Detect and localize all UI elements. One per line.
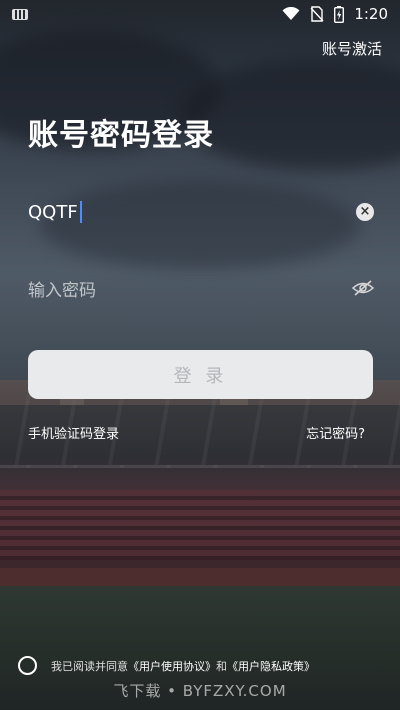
account-activation-link[interactable]: 账号激活	[322, 38, 382, 59]
agreement-text: 我已阅读并同意《用户使用协议》和《用户隐私政策》	[51, 658, 315, 674]
account-input-value: QQTF	[28, 201, 78, 223]
sms-login-link[interactable]: 手机验证码登录	[28, 423, 119, 442]
battery-charging-icon	[334, 5, 345, 23]
status-icons: 1:20	[282, 5, 388, 23]
status-time: 1:20	[354, 5, 388, 23]
privacy-policy-link[interactable]: 《用户隐私政策》	[227, 660, 315, 673]
password-input-placeholder[interactable]: 输入密码	[28, 276, 96, 301]
page-title: 账号密码登录	[28, 118, 214, 153]
agreement-prefix: 我已阅读并同意	[51, 659, 128, 673]
password-field[interactable]: 输入密码	[28, 271, 374, 305]
watermark: 飞下载 • BYFZXY.COM	[113, 682, 287, 700]
forgot-password-link[interactable]: 忘记密码?	[306, 423, 365, 442]
account-input[interactable]: QQTF	[28, 201, 82, 223]
agreement-row: 我已阅读并同意《用户使用协议》和《用户隐私政策》	[18, 656, 315, 675]
text-caret	[79, 201, 82, 223]
user-agreement-link[interactable]: 《用户使用协议》	[128, 660, 216, 673]
agreement-conjunction: 和	[216, 659, 227, 673]
clear-icon[interactable]: ×	[356, 203, 374, 221]
eye-hidden-icon[interactable]	[352, 279, 374, 297]
keyboard-icon	[12, 8, 28, 20]
login-button[interactable]: 登 录	[28, 350, 373, 399]
wifi-icon	[282, 7, 300, 20]
account-field[interactable]: QQTF ×	[28, 195, 374, 229]
no-sim-icon	[310, 6, 324, 22]
status-bar: 1:20	[0, 0, 400, 28]
agreement-checkbox[interactable]	[18, 656, 37, 675]
